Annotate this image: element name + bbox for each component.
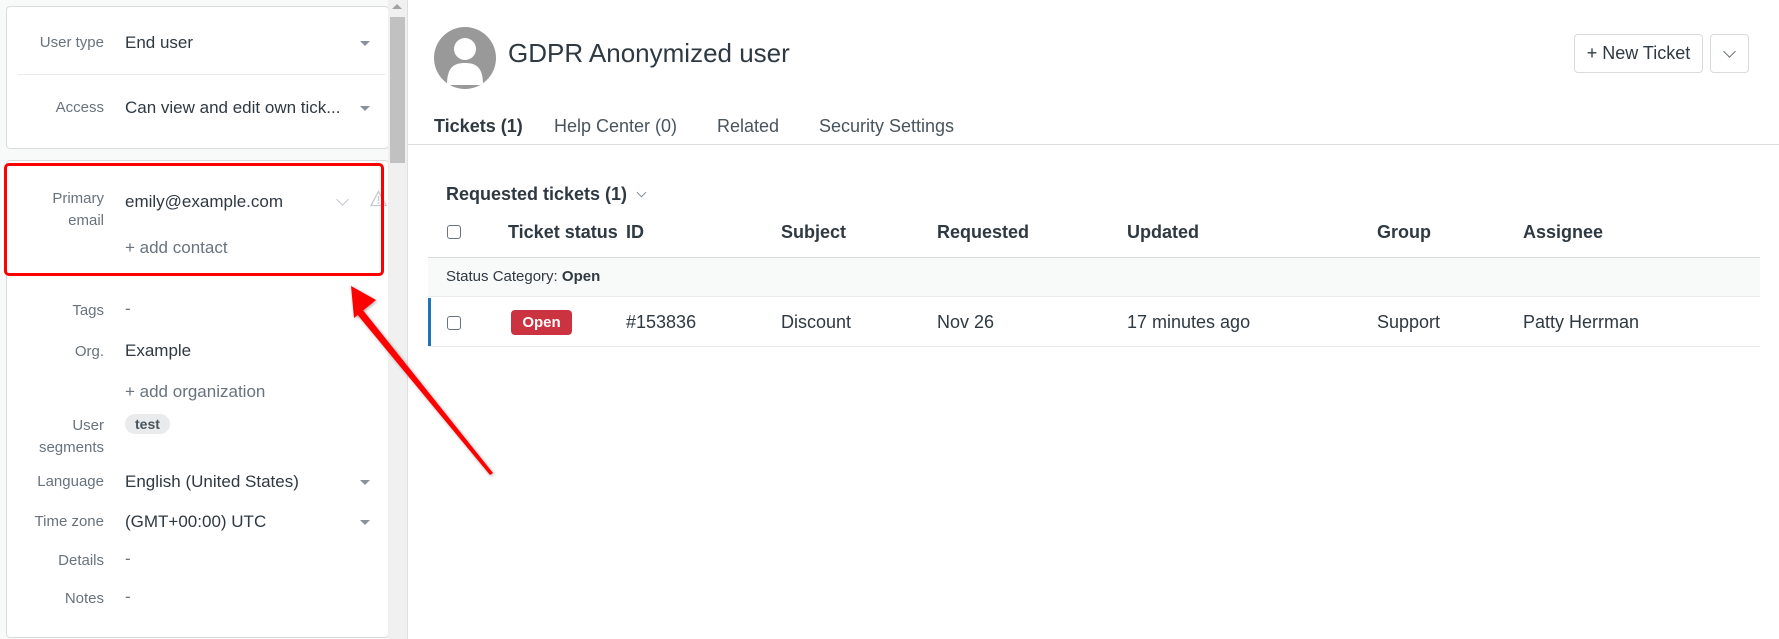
row-checkbox[interactable] <box>447 316 461 330</box>
tabs-divider <box>408 144 1779 145</box>
ticket-subject[interactable]: Discount <box>781 312 851 333</box>
access-label: Access <box>55 99 104 116</box>
user-type-select[interactable]: End user <box>120 28 375 58</box>
language-label: Language <box>37 473 104 490</box>
panel-divider <box>407 0 408 639</box>
status-badge: Open <box>511 310 572 335</box>
group-label-value: Open <box>561 268 601 285</box>
details-value[interactable]: - <box>125 548 131 570</box>
ticket-id[interactable]: #153836 <box>626 312 696 333</box>
avatar <box>434 27 496 89</box>
caret-down-icon <box>360 480 370 485</box>
notes-label: Notes <box>64 590 104 607</box>
language-value: English (United States) <box>125 472 299 491</box>
new-ticket-button[interactable]: + New Ticket <box>1574 34 1703 73</box>
tags-label: Tags <box>72 302 104 319</box>
ticket-updated: 17 minutes ago <box>1127 312 1251 332</box>
language-select[interactable]: English (United States) <box>120 467 375 497</box>
group-label-prefix: Status Category: <box>446 268 562 285</box>
scrollbar-thumb[interactable] <box>390 17 405 163</box>
page-title: GDPR Anonymized user <box>508 38 790 68</box>
column-header-status[interactable]: Ticket status <box>508 222 618 243</box>
column-header-updated[interactable]: Updated <box>1127 222 1199 243</box>
time-zone-select[interactable]: (GMT+00:00) UTC <box>120 507 375 537</box>
tab-security-settings[interactable]: Security Settings <box>819 116 954 137</box>
caret-down-icon <box>360 520 370 525</box>
chevron-down-icon <box>636 187 646 198</box>
column-header-subject[interactable]: Subject <box>781 222 846 243</box>
select-all-checkbox[interactable] <box>447 225 461 239</box>
column-header-id[interactable]: ID <box>626 222 644 243</box>
row-focus-indicator <box>428 298 431 346</box>
org-value[interactable]: Example <box>125 340 191 362</box>
caret-down-icon <box>360 41 370 46</box>
access-select[interactable]: Can view and edit own tick... <box>120 93 375 123</box>
column-header-requested[interactable]: Requested <box>937 222 1029 243</box>
user-segments-label-2: segments <box>38 439 104 456</box>
scroll-up-arrow-icon[interactable] <box>392 4 402 9</box>
group-label: Status Category: Open <box>446 268 600 285</box>
time-zone-value: (GMT+00:00) UTC <box>125 512 267 531</box>
tab-related[interactable]: Related <box>717 116 779 137</box>
column-header-assignee[interactable]: Assignee <box>1523 222 1603 243</box>
ticket-group: Support <box>1377 312 1441 332</box>
chevron-down-icon <box>1723 44 1736 58</box>
user-type-label: User type <box>39 34 104 51</box>
details-label: Details <box>58 552 104 569</box>
tab-help-center[interactable]: Help Center (0) <box>554 116 677 137</box>
group-header-row: Status Category: Open <box>428 257 1760 297</box>
time-zone-label: Time zone <box>34 513 104 530</box>
org-label: Org. <box>74 343 104 360</box>
ticket-requested: Nov 26 <box>937 312 995 332</box>
section-title: Requested tickets (1) <box>446 184 628 204</box>
segment-tag: test <box>125 414 170 434</box>
user-type-value: End user <box>125 33 194 52</box>
ticket-assignee: Patty Herrman <box>1523 312 1640 332</box>
access-value: Can view and edit own tick... <box>125 98 341 117</box>
tags-value[interactable]: - <box>125 298 131 320</box>
column-header-group[interactable]: Group <box>1377 222 1431 243</box>
user-silhouette-icon <box>447 38 483 85</box>
requested-tickets-toggle[interactable]: Requested tickets (1) <box>446 184 646 205</box>
more-options-button[interactable] <box>1710 34 1749 73</box>
annotation-highlight-box <box>4 163 384 276</box>
user-segments-label: User <box>72 417 104 434</box>
notes-value[interactable]: - <box>125 586 131 608</box>
divider <box>18 74 385 75</box>
add-organization-link[interactable]: + add organization <box>125 381 265 403</box>
tab-tickets[interactable]: Tickets (1) <box>434 116 523 137</box>
caret-down-icon <box>360 106 370 111</box>
